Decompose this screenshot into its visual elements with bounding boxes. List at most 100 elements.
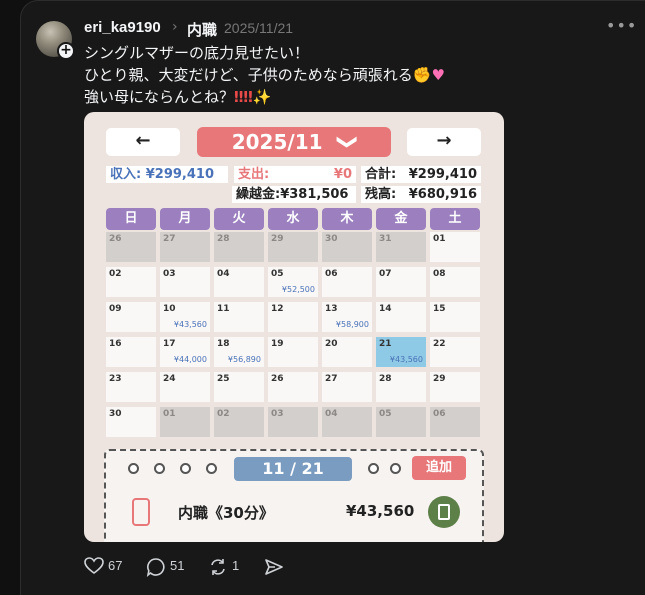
day-number: 05 [379,409,392,419]
binder-ring-icon [368,463,379,474]
calendar-day-cell: 17 ¥44,000 [160,337,210,367]
weekday-label: 日 [106,208,156,230]
calendar-day-cell: 21 ¥43,560 [376,337,426,367]
day-number: 21 [379,339,392,349]
calendar-day-cell: 26 [106,232,156,262]
calendar-day-cell: 07 [376,267,426,297]
calendar-day-cell: 04 [214,267,264,297]
heart-emoji-icon: ♥ [431,66,445,84]
comment-icon [146,558,165,577]
balance-stat: 残高: ¥680,916 [361,186,481,203]
calendar-day-cell: 29 [268,232,318,262]
day-number: 31 [379,234,392,244]
day-number: 26 [271,374,284,384]
calendar-day-cell: 11 [214,302,264,332]
calendar-day-cell: 12 [268,302,318,332]
day-number: 07 [379,269,392,279]
calendar-day-cell: 06 [430,407,480,437]
entry-name: 内職《30分》 [178,504,274,522]
detail-date: 11 / 21 [234,457,352,481]
day-number: 22 [433,339,446,349]
calendar-day-cell: 04 [322,407,372,437]
day-number: 04 [325,409,338,419]
post-line-2: ひとり親、大変だけど、子供のためなら頑張れる✊♥ [84,66,445,84]
calendar-day-cell: 09 [106,302,156,332]
day-number: 02 [109,269,122,279]
day-number: 28 [217,234,230,244]
day-number: 23 [109,374,122,384]
day-amount: ¥58,900 [335,320,369,329]
day-number: 06 [433,409,446,419]
binder-ring-icon [154,463,165,474]
calendar-day-cell: 08 [430,267,480,297]
day-number: 28 [379,374,392,384]
weekday-label: 木 [322,208,372,230]
day-number: 30 [325,234,338,244]
weekday-label: 火 [214,208,264,230]
day-number: 03 [271,409,284,419]
calendar-day-cell: 03 [268,407,318,437]
share-button[interactable] [264,556,286,576]
post-line-1: シングルマザーの底力見せたい！ [84,44,310,62]
calendar-day-cell: 05 ¥52,500 [268,267,318,297]
day-number: 18 [217,339,230,349]
calendar-day-cell: 19 [268,337,318,367]
post-date[interactable]: 2025/11/21 [224,20,293,36]
calendar-day-cell: 14 [376,302,426,332]
calendar-day-cell: 02 [214,407,264,437]
calendar-day-cell: 05 [376,407,426,437]
day-number: 30 [109,409,122,419]
carryover-stat: 繰越金:¥381,506 [232,186,356,203]
calendar-day-cell: 30 [106,407,156,437]
calendar-day-cell: 02 [106,267,156,297]
calendar-day-cell: 31 [376,232,426,262]
sparkles-icon: ✨ [252,88,272,106]
binder-ring-icon [128,463,139,474]
repost-count: 1 [232,558,240,573]
day-amount: ¥44,000 [173,355,207,364]
calendar-day-cell: 23 [106,372,156,402]
next-month-button: → [407,128,481,156]
weekday-label: 土 [430,208,480,230]
reply-button[interactable]: 51 [146,556,190,577]
day-number: 17 [163,339,176,349]
post-image[interactable]: ← 2025/11 ❯ → 収入: ¥299,410 支出: ¥0 合計: ¥299… [84,112,504,542]
memo-icon [428,496,460,528]
phone-icon [132,498,150,526]
muscle-emoji-icon: ✊ [412,66,432,84]
calendar-day-cell: 29 [430,372,480,402]
weekday-label: 月 [160,208,210,230]
day-number: 12 [271,304,284,314]
day-number: 19 [271,339,284,349]
calendar-day-cell: 03 [160,267,210,297]
follow-plus-icon[interactable]: + [57,42,75,60]
repost-button[interactable]: 1 [208,556,248,576]
like-button[interactable]: 67 [84,556,128,576]
day-number: 02 [217,409,230,419]
post-line-3: 強い母にならんとね？‼‼✨ [84,88,272,106]
binder-ring-icon [206,463,217,474]
calendar-day-cell: 28 [376,372,426,402]
day-amount: ¥43,560 [173,320,207,329]
day-number: 14 [379,304,392,314]
day-number: 13 [325,304,338,314]
double-exclamation-icon: ‼‼ [234,88,253,106]
day-number: 27 [325,374,338,384]
binder-ring-icon [390,463,401,474]
day-amount: ¥43,560 [389,355,423,364]
heart-icon [84,557,104,574]
more-options-icon[interactable]: ••• [606,16,637,35]
day-number: 25 [217,374,230,384]
calendar-day-cell: 24 [160,372,210,402]
day-number: 01 [163,409,176,419]
expense-stat: 支出: ¥0 [234,166,356,183]
weekday-label: 金 [376,208,426,230]
day-number: 03 [163,269,176,279]
calendar-day-cell: 16 [106,337,156,367]
author-name[interactable]: eri_ka9190 [84,19,161,36]
prev-month-button: ← [106,128,180,156]
topic-tag[interactable]: 内職 [187,19,217,40]
calendar-day-cell: 10 ¥43,560 [160,302,210,332]
day-number: 15 [433,304,446,314]
day-number: 05 [271,269,284,279]
